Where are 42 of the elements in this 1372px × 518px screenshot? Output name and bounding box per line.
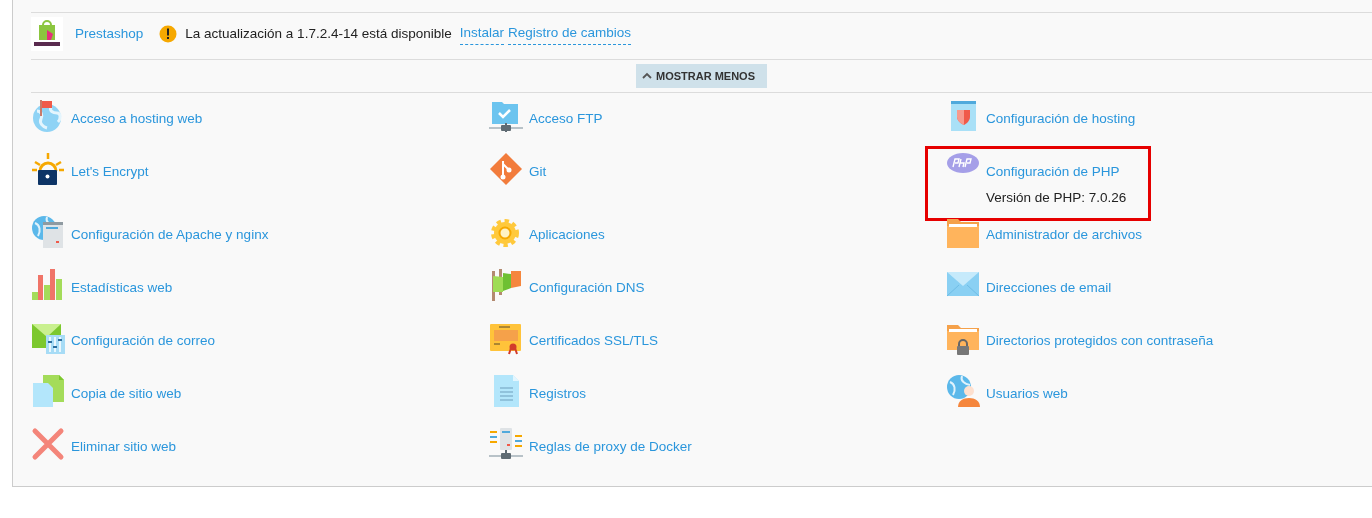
php-logo-icon	[946, 152, 980, 176]
php-version-text: Versión de PHP: 7.0.26	[986, 189, 1127, 208]
tool-link[interactable]: Git	[529, 164, 547, 179]
prestashop-logo[interactable]	[31, 17, 63, 51]
tool-link[interactable]: Configuración de hosting	[986, 111, 1136, 126]
tool-link[interactable]: Administrador de archivos	[986, 226, 1143, 242]
bar-chart-icon	[31, 267, 65, 302]
caret-icon	[642, 72, 652, 80]
padlock-sun-icon	[31, 152, 65, 186]
tool-link[interactable]: Eliminar sitio web	[71, 438, 177, 454]
update-message: La actualización a 1.7.2.4-14 está disponible	[185, 24, 452, 43]
app-name-link[interactable]: Prestashop	[75, 23, 144, 45]
tool-link[interactable]: Copia de sitio web	[71, 385, 182, 401]
folder-network-icon	[489, 99, 523, 133]
toggle-button[interactable]: MOSTRAR MENOS	[636, 64, 767, 88]
tool-link[interactable]: Acceso a hosting web	[71, 111, 203, 126]
tool-link[interactable]: Configuración de correo	[71, 332, 216, 348]
tool-link[interactable]: Acceso FTP	[529, 111, 603, 126]
diamond-branch-icon	[489, 152, 523, 186]
tool-link[interactable]: Configuración DNS	[529, 279, 645, 295]
warning-icon	[159, 25, 178, 43]
update-link[interactable]: Instalar	[459, 23, 504, 45]
close-icon	[31, 426, 65, 461]
tool-link[interactable]: Direcciones de email	[986, 279, 1112, 295]
documents-icon	[31, 373, 65, 408]
tool-link[interactable]: Configuración de Apache y nginx	[71, 226, 269, 242]
tool-link[interactable]: Usuarios web	[986, 385, 1068, 401]
update-link[interactable]: Registro de cambios	[508, 23, 632, 45]
tool-link[interactable]: Certificados SSL/TLS	[529, 332, 659, 348]
tool-link[interactable]: Let's Encrypt	[71, 164, 149, 179]
globe-server-icon	[31, 214, 65, 249]
tool-link[interactable]: Configuración de PHP	[986, 164, 1120, 179]
tool-link[interactable]: Directorios protegidos con contraseña	[986, 332, 1214, 348]
tool-link[interactable]: Registros	[529, 385, 587, 401]
globe-user-icon	[946, 373, 980, 408]
tool-link[interactable]: Estadísticas web	[71, 279, 173, 295]
tool-link[interactable]: Reglas de proxy de Docker	[529, 438, 692, 454]
stripe-icon	[32, 41, 62, 47]
globe-flag-icon	[31, 99, 65, 133]
flag-icon	[489, 267, 523, 302]
server-arrows-icon	[489, 426, 523, 461]
tool-link[interactable]: Aplicaciones	[529, 226, 605, 242]
